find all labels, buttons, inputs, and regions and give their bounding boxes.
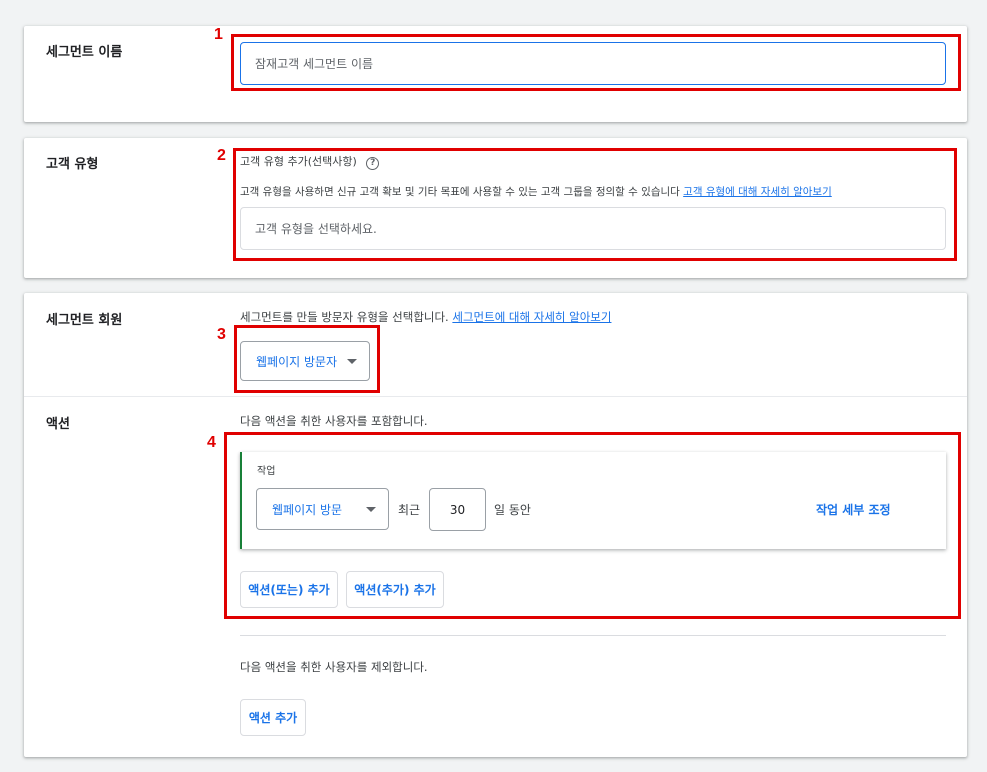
section-divider [24, 396, 967, 397]
customer-type-title: 고객 유형 [46, 157, 99, 172]
segment-name-title: 세그먼트 이름 [46, 45, 123, 60]
actions-include-text: 다음 액션을 취한 사용자를 포함합니다. [240, 414, 428, 428]
segment-members-title: 세그먼트 회원 [46, 313, 123, 328]
segment-learn-more-link[interactable]: 세그먼트에 대해 자세히 알아보기 [452, 310, 611, 324]
actions-title: 액션 [46, 417, 70, 432]
annotation-3: 3 [217, 326, 226, 343]
annotation-box-4 [224, 432, 961, 619]
annotation-1: 1 [214, 26, 223, 43]
segment-members-description-text: 세그먼트를 만들 방문자 유형을 선택합니다. [240, 310, 449, 324]
annotation-2: 2 [217, 147, 226, 164]
actions-exclude-text: 다음 액션을 취한 사용자를 제외합니다. [240, 660, 428, 674]
annotation-4: 4 [207, 434, 216, 451]
annotation-box-3 [234, 325, 380, 393]
exclude-divider [240, 635, 946, 636]
segment-members-description: 세그먼트를 만들 방문자 유형을 선택합니다. 세그먼트에 대해 자세히 알아보… [240, 309, 611, 325]
add-exclude-action-button[interactable]: 액션 추가 [240, 699, 306, 736]
annotation-box-1 [231, 34, 961, 91]
annotation-box-2 [233, 148, 957, 261]
